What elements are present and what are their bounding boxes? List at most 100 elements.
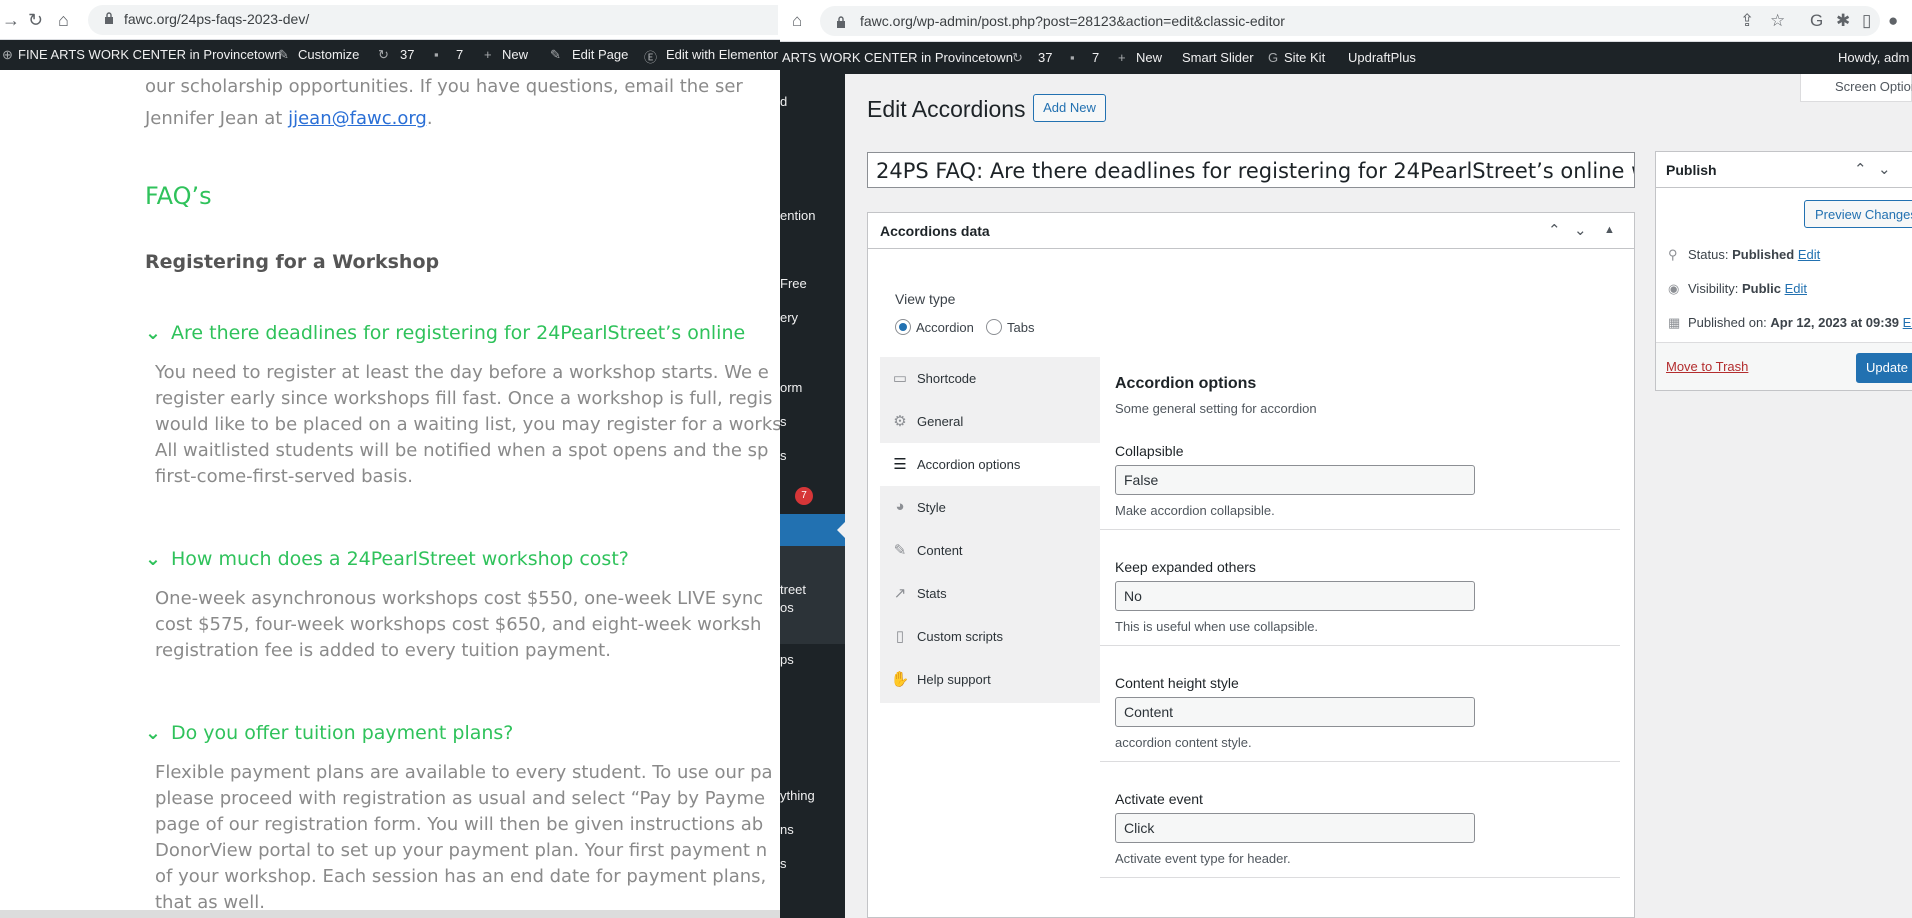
move-to-trash-link[interactable]: Move to Trash [1666,359,1748,374]
admin-menu-item-2[interactable]: ention [780,208,815,223]
chevron-down-icon[interactable]: ⌄ [1878,160,1891,178]
visibility-label: Visibility: [1688,281,1742,296]
publish-metabox: Publish ⌃ ⌄ Preview Changes ⚲ Status: Pub… [1655,151,1912,391]
chevron-up-icon[interactable]: ⌃ [1854,160,1867,178]
status-edit-link[interactable]: Edit [1798,247,1820,262]
intro-line-2: Jennifer Jean at jjean@fawc.org. [145,104,433,134]
admin-bar-updraftplus[interactable]: UpdraftPlus [1348,50,1416,65]
faq-question-1[interactable]: ⌄ Are there deadlines for registering for… [145,322,745,344]
eye-icon: ◉ [1668,281,1680,296]
extensions-icon[interactable]: ✱ [1836,11,1850,31]
site-info-icon[interactable] [836,16,846,28]
contact-email-link[interactable]: jjean@fawc.org [288,108,427,129]
reload-icon[interactable]: ↻ [28,9,43,31]
admin-menu-item-8[interactable]: treet [780,582,806,597]
faq-answer-3-line-3: page of our registration form. You will … [155,814,764,835]
admin-menu-item-1[interactable]: d [780,94,787,109]
admin-bar-edit-page[interactable]: Edit Page [572,47,628,62]
admin-bar-updates-count[interactable]: 37 [1038,50,1052,65]
admin-bar-site-name[interactable]: ARTS WORK CENTER in Provincetown [782,50,1013,65]
tab-accordion-options[interactable]: ☰ Accordion options [880,443,1100,486]
admin-bar-comments-count[interactable]: 7 [456,47,463,62]
admin-menu-item-6[interactable]: s [780,414,787,429]
tab-content[interactable]: ✎ Content [880,529,1100,572]
pencil-icon: ✎ [550,47,561,62]
tab-help-support[interactable]: ✋ Help support [880,658,1100,701]
admin-menu-item-9[interactable]: os [780,600,794,615]
share-icon[interactable]: ⇪ [1740,11,1754,31]
options-subheading: Some general setting for accordion [1115,401,1317,416]
faq-answer-2-line-2: cost $575, four-week workshops cost $650… [155,614,762,635]
option-divider [1100,529,1620,530]
admin-bar-smart-slider[interactable]: Smart Slider [1182,50,1254,65]
admin-bar-site-kit[interactable]: Site Kit [1284,50,1325,65]
admin-menu-item-11[interactable]: ything [780,788,815,803]
admin-menu-active-item[interactable] [780,514,845,546]
handshake-icon: ✋ [890,671,910,688]
chevron-up-icon[interactable]: ⌃ [1548,221,1561,239]
faq-question-2[interactable]: ⌄ How much does a 24PearlStreet workshop … [145,548,629,570]
admin-bar-customize[interactable]: Customize [298,47,359,62]
admin-menu-item-5[interactable]: orm [780,380,802,395]
tab-general[interactable]: ⚙ General [880,400,1100,443]
wordpress-icon[interactable]: ⊕ [2,47,13,63]
content-height-label: Content height style [1115,675,1239,691]
activate-event-select[interactable]: Click [1115,813,1475,843]
add-new-button[interactable]: Add New [1033,94,1106,122]
visibility-edit-link[interactable]: Edit [1785,281,1807,296]
tab-label-accordion-options: Accordion options [917,457,1021,472]
admin-bar-updates-count[interactable]: 37 [400,47,414,62]
pin-icon: ⚲ [1668,247,1678,262]
post-title-input[interactable]: 24PS FAQ: Are there deadlines for regist… [867,152,1635,188]
shortcode-icon: ▭ [892,370,908,387]
collapsible-select[interactable]: False [1115,465,1475,495]
sidebar-icon[interactable]: ▯ [1862,11,1871,31]
home-icon[interactable]: ⌂ [58,9,69,31]
collapse-toggle-icon[interactable]: ▲ [1604,224,1615,236]
star-icon[interactable]: ☆ [1770,11,1785,31]
plus-icon: + [1118,50,1126,65]
google-icon[interactable]: G [1810,11,1823,31]
tab-shortcode[interactable]: ▭ Shortcode [880,357,1100,400]
publish-header: Publish ⌃ ⌄ [1656,152,1912,188]
admin-menu-item-7[interactable]: s [780,448,787,463]
admin-menu-item-12[interactable]: ns [780,822,794,837]
admin-bar-howdy[interactable]: Howdy, adm [1838,50,1909,65]
admin-menu-item-4[interactable]: ery [780,310,798,325]
plus-icon: + [484,47,492,62]
preview-changes-button[interactable]: Preview Changes [1804,200,1912,228]
admin-bar-comments-count[interactable]: 7 [1092,50,1099,65]
site-info-icon[interactable] [104,12,114,24]
tab-stats[interactable]: ↗ Stats [880,572,1100,615]
content-height-select[interactable]: Content [1115,697,1475,727]
admin-bar-edit-elementor[interactable]: Edit with Elementor [666,47,778,62]
admin-bar-new[interactable]: New [1136,50,1162,65]
visibility-value: Public [1741,281,1781,296]
admin-menu-item-3[interactable]: Free [780,276,807,291]
chevron-down-icon[interactable]: ⌄ [1574,221,1587,239]
site-kit-icon: G [1268,50,1279,65]
profile-icon[interactable]: ● [1888,11,1898,31]
left-admin-bar: ⊕ FINE ARTS WORK CENTER in Provincetown … [0,40,780,70]
section-heading: Registering for a Workshop [145,251,440,273]
admin-menu-item-13[interactable]: s [780,856,787,871]
admin-bar-new[interactable]: New [502,47,528,62]
keep-expanded-select[interactable]: No [1115,581,1475,611]
screen-options-button[interactable]: Screen Options [1800,74,1912,102]
update-button[interactable]: Update [1856,353,1912,383]
faq-heading: FAQ’s [145,182,212,210]
tab-style[interactable]: ◕ Style [880,486,1100,529]
horizontal-scrollbar[interactable] [0,910,780,918]
faq-question-3-text: Do you offer tuition payment plans? [171,722,514,744]
view-type-tabs-radio[interactable] [986,319,1002,335]
faq-question-3[interactable]: ⌄ Do you offer tuition payment plans? [145,722,513,744]
tab-custom-scripts[interactable]: ▯ Custom scripts [880,615,1100,658]
forward-icon[interactable]: → [2,9,20,31]
view-type-accordion-radio[interactable] [895,319,911,335]
keep-expanded-label: Keep expanded others [1115,559,1256,575]
admin-menu-item-10[interactable]: ps [780,652,794,667]
published-edit-link[interactable]: Ed [1903,315,1912,330]
admin-bar-site-name[interactable]: FINE ARTS WORK CENTER in Provincetown [18,47,281,62]
page-title: Edit Accordions [867,96,1026,122]
home-icon[interactable]: ⌂ [792,11,802,31]
